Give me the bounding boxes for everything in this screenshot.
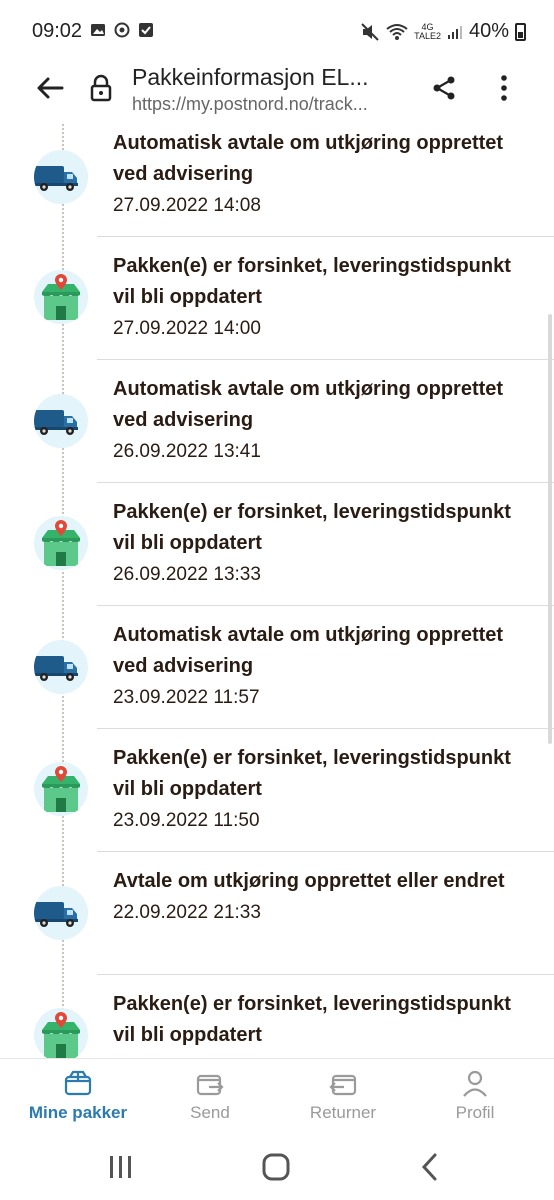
status-right: 4G TALE2 40% xyxy=(360,20,526,43)
pickup-store-icon xyxy=(34,270,88,324)
event-divider xyxy=(97,482,554,483)
status-notification-icons xyxy=(90,22,154,38)
event-date: 27.09.2022 14:00 xyxy=(113,318,261,339)
event-date: 27.09.2022 14:08 xyxy=(113,195,261,216)
event-date: 26.09.2022 13:33 xyxy=(113,564,261,585)
event-text: Pakken(e) er forsinket, leveringstidspun… xyxy=(113,989,533,1051)
delivery-truck-icon xyxy=(34,150,88,204)
timeline-event: Pakken(e) er forsinket, leveringstidspun… xyxy=(0,743,554,866)
event-text: Pakken(e) er forsinket, leveringstidspun… xyxy=(113,743,533,836)
event-title: Automatisk avtale om utkjøring opprettet… xyxy=(113,378,504,431)
pickup-store-icon xyxy=(34,516,88,570)
signal-icon xyxy=(447,25,462,39)
event-title: Pakken(e) er forsinket, leveringstidspun… xyxy=(113,993,511,1046)
event-title: Pakken(e) er forsinket, leveringstidspun… xyxy=(113,255,511,308)
bottom-navigation: Mine pakker Send Returner Profil xyxy=(0,1058,554,1139)
event-text: Automatisk avtale om utkjøring opprettet… xyxy=(113,374,533,467)
event-text: Pakken(e) er forsinket, leveringstidspun… xyxy=(113,497,533,590)
event-divider xyxy=(97,359,554,360)
home-icon[interactable] xyxy=(259,1150,293,1184)
event-title: Pakken(e) er forsinket, leveringstidspun… xyxy=(113,501,511,554)
browser-toolbar: Pakkeinformasjon EL... https://my.postno… xyxy=(0,64,554,124)
event-divider xyxy=(97,236,554,237)
event-text: Automatisk avtale om utkjøring opprettet… xyxy=(113,128,533,221)
system-navigation-bar xyxy=(0,1138,554,1200)
event-date: 26.09.2022 13:41 xyxy=(113,441,261,462)
event-divider xyxy=(97,851,554,852)
timeline-event: Automatisk avtale om utkjøring opprettet… xyxy=(0,620,554,743)
timeline-event: Pakken(e) er forsinket, leveringstidspun… xyxy=(0,989,554,1058)
more-options-icon[interactable] xyxy=(494,72,514,104)
battery-icon xyxy=(515,22,526,41)
status-bar: 09:02 4G TALE2 40% xyxy=(0,0,554,64)
status-time: 09:02 xyxy=(32,20,83,42)
nav-profil[interactable]: Profil xyxy=(415,1059,535,1139)
event-title: Automatisk avtale om utkjøring opprettet… xyxy=(113,132,504,185)
mute-icon xyxy=(361,22,379,41)
wifi-icon xyxy=(386,23,408,40)
nav-label-send: Send xyxy=(190,1103,230,1122)
event-divider xyxy=(97,605,554,606)
lock-icon[interactable] xyxy=(90,72,112,104)
event-title: Automatisk avtale om utkjøring opprettet… xyxy=(113,624,504,677)
event-divider xyxy=(97,974,554,975)
delivery-truck-icon xyxy=(34,886,88,940)
parcel-icon xyxy=(64,1070,92,1096)
event-title: Pakken(e) er forsinket, leveringstidspun… xyxy=(113,747,511,800)
send-parcel-icon xyxy=(196,1074,224,1096)
page-title: Pakkeinformasjon EL... xyxy=(132,64,369,90)
nav-returner[interactable]: Returner xyxy=(283,1059,403,1139)
return-parcel-icon xyxy=(329,1074,357,1096)
recent-apps-icon[interactable] xyxy=(104,1150,138,1184)
delivery-truck-icon xyxy=(34,394,88,448)
tracking-timeline[interactable]: Automatisk avtale om utkjøring opprettet… xyxy=(0,124,554,1058)
event-date: 22.09.2022 21:33 xyxy=(113,902,261,923)
system-back-icon[interactable] xyxy=(414,1150,448,1184)
timeline-event: Automatisk avtale om utkjøring opprettet… xyxy=(0,128,554,251)
event-text: Pakken(e) er forsinket, leveringstidspun… xyxy=(113,251,533,344)
nav-label-returner: Returner xyxy=(309,1103,377,1122)
nav-send[interactable]: Send xyxy=(150,1059,270,1139)
event-text: Automatisk avtale om utkjøring opprettet… xyxy=(113,620,533,713)
network-type-label: 4G TALE2 xyxy=(414,22,441,41)
event-title: Avtale om utkjøring opprettet eller endr… xyxy=(113,870,505,892)
app-notification-icon xyxy=(114,22,130,38)
nav-label-mine-pakker: Mine pakker xyxy=(28,1103,128,1122)
nav-label-profil: Profil xyxy=(455,1103,495,1122)
network-sublabel: TALE2 xyxy=(414,30,441,41)
timeline-event: Avtale om utkjøring opprettet eller endr… xyxy=(0,866,554,989)
event-text: Avtale om utkjøring opprettet eller endr… xyxy=(113,866,533,928)
scrollbar[interactable] xyxy=(548,314,552,744)
image-notification-icon xyxy=(91,24,105,36)
delivery-truck-icon xyxy=(34,640,88,694)
battery-percent: 40% xyxy=(468,20,509,42)
back-arrow-icon[interactable] xyxy=(34,72,66,104)
event-date: 23.09.2022 11:50 xyxy=(113,810,260,831)
pickup-store-icon xyxy=(34,1008,88,1058)
timeline-event: Pakken(e) er forsinket, leveringstidspun… xyxy=(0,251,554,374)
profile-icon xyxy=(463,1070,487,1097)
event-divider xyxy=(97,728,554,729)
nav-mine-pakker[interactable]: Mine pakker xyxy=(18,1059,138,1139)
timeline-event: Automatisk avtale om utkjøring opprettet… xyxy=(0,374,554,497)
pickup-store-icon xyxy=(34,762,88,816)
event-date: 23.09.2022 11:57 xyxy=(113,687,260,708)
page-url[interactable]: https://my.postnord.no/track... xyxy=(132,94,412,115)
check-notification-icon xyxy=(139,23,153,37)
timeline-event: Pakken(e) er forsinket, leveringstidspun… xyxy=(0,497,554,620)
share-icon[interactable] xyxy=(430,74,458,102)
